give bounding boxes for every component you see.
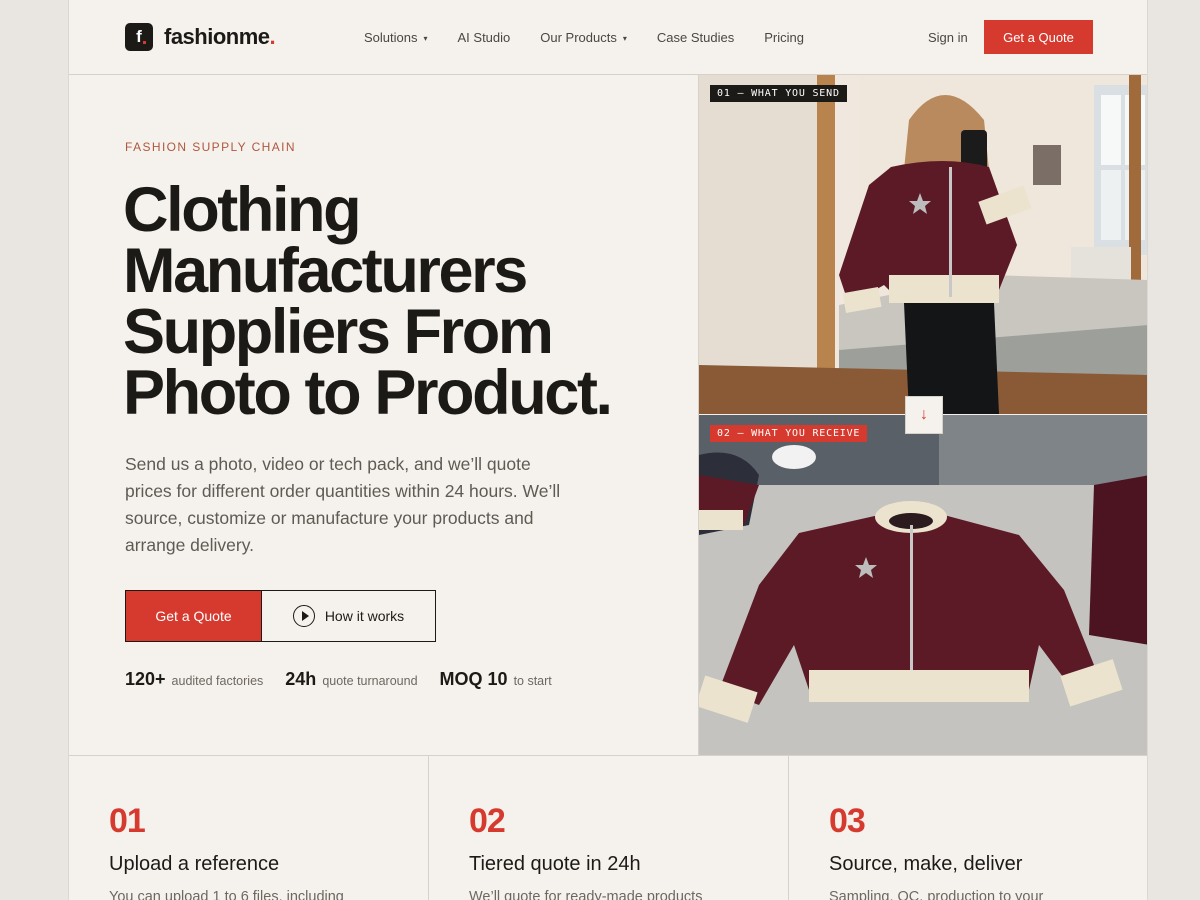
arrow-down-icon: ↓ [905,396,943,434]
hero-eyebrow: FASHION SUPPLY CHAIN [125,140,296,154]
step-number: 02 [469,802,506,840]
menu-item-label: Solutions [364,30,418,45]
hero-headline: Clothing Manufacturers Suppliers From Ph… [123,175,683,428]
menu-item-case-studies[interactable]: Case Studies [657,30,734,45]
step-card: 03 Source, make, deliver Sampling, QC, p… [789,756,1147,900]
step-title: Upload a reference [109,853,280,875]
how-it-works-label: How it works [324,608,405,624]
menu-item-pricing[interactable]: Pricing [764,30,804,45]
main-menu: Solutions ▾ AI Studio Our Products ▾ Cas… [364,30,834,45]
menu-item-label: Case Studies [656,30,735,45]
hero-gallery: 01 — WHAT YOU SEND 02 — WHAT YOU RECEIVE… [698,75,1147,755]
menu-item-label: AI Studio [457,30,511,45]
how-it-works-button[interactable]: How it works [261,590,436,642]
play-icon [292,605,315,627]
menu-item-our-products[interactable]: Our Products ▾ [540,30,627,45]
headline-line: Manufacturers [123,236,528,306]
step-title: Tiered quote in 24h [469,853,641,875]
brand-name-text: fashionme [164,24,270,49]
stat-label: to start [513,674,552,688]
tag-what-you-send: 01 — WHAT YOU SEND [710,85,847,102]
step-card: 02 Tiered quote in 24h We’ll quote for r… [429,756,789,900]
stat-label: quote turnaround [322,674,418,688]
headline-line: Suppliers From [123,297,554,367]
get-quote-button[interactable]: Get a Quote [125,590,262,642]
menu-item-solutions[interactable]: Solutions ▾ [364,30,428,45]
mirror-selfie-illustration [699,75,1147,414]
step-text: We’ll quote for ready-made products [469,889,703,900]
chevron-down-icon: ▾ [622,34,627,43]
process-steps: 01 Upload a reference You can upload 1 t… [69,755,1147,900]
menu-item-ai-studio[interactable]: AI Studio [458,30,511,45]
step-title: Source, make, deliver [829,853,1023,875]
finished-jacket-illustration [699,415,1147,755]
hero-description: Send us a photo, video or tech pack, and… [125,454,561,555]
product-photo [699,415,1147,755]
step-number: 03 [829,802,866,840]
stat-turnaround: 24h quote turnaround [285,669,417,690]
get-quote-button-nav[interactable]: Get a Quote [984,20,1093,54]
page: f fashionme. Solutions ▾ AI Studio Our P… [68,0,1148,900]
headline-line: Photo to Product. [123,358,613,428]
brand-dot: . [269,24,276,49]
brand-name: fashionme. [164,24,276,50]
reference-photo [699,75,1147,414]
stat-value: 120+ [125,669,166,689]
logo-mark-icon: f [125,23,153,51]
menu-item-label: Pricing [764,30,804,45]
step-number: 01 [109,802,146,840]
tag-what-you-receive: 02 — WHAT YOU RECEIVE [710,425,868,442]
step-text: Sampling, QC, production to your [829,889,1044,900]
sign-in-link[interactable]: Sign in [928,30,968,45]
top-navigation: f fashionme. Solutions ▾ AI Studio Our P… [69,0,1147,75]
stat-value: MOQ 10 [439,669,508,689]
stat-value: 24h [285,669,317,689]
step-text: You can upload 1 to 6 files, including [109,889,344,900]
stat-moq: MOQ 10 to start [440,669,552,690]
brand-logo[interactable]: f fashionme. [125,23,276,51]
hero-stats: 120+ audited factories 24h quote turnaro… [125,669,574,690]
step-card: 01 Upload a reference You can upload 1 t… [69,756,429,900]
stat-label: audited factories [171,674,264,688]
chevron-down-icon: ▾ [423,34,428,43]
stat-factories: 120+ audited factories [125,669,263,690]
headline-line: Clothing [123,175,362,245]
menu-item-label: Our Products [540,30,617,45]
